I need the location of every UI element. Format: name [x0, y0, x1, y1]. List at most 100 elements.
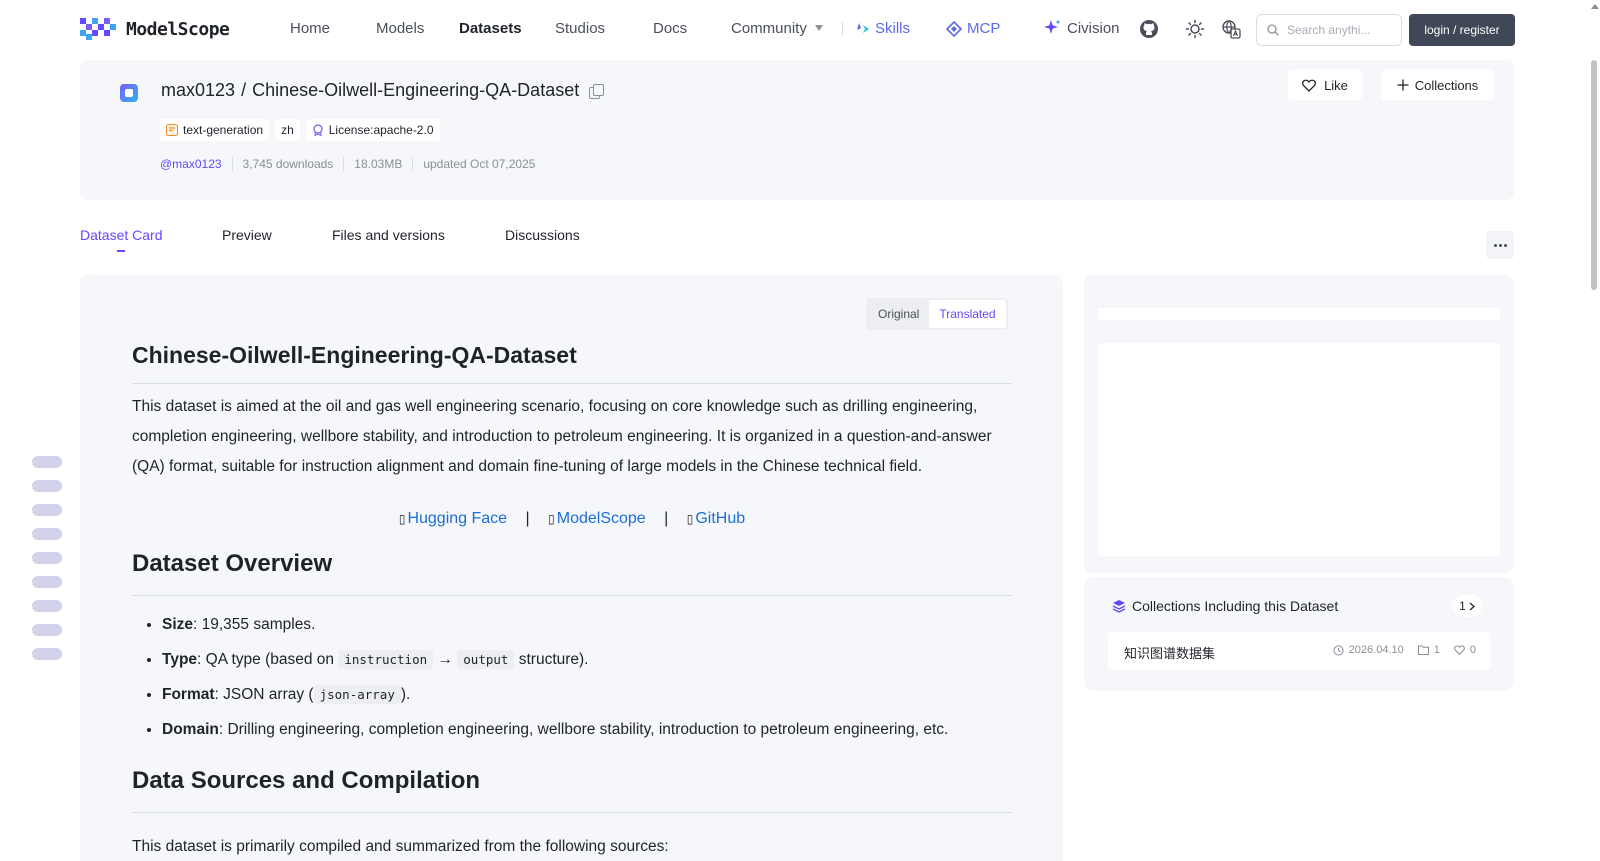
- sidebar-placeholder-block: [1098, 343, 1500, 556]
- toc-marker[interactable]: [32, 456, 62, 468]
- dataset-tags: text-generation zh License:apache-2.0: [160, 119, 440, 141]
- search-input[interactable]: [1287, 23, 1397, 37]
- intro-paragraph: This dataset is aimed at the oil and gas…: [132, 398, 992, 475]
- format-text: : JSON array (: [214, 686, 314, 703]
- active-tab-indicator: [117, 250, 125, 252]
- format-label: Format: [162, 686, 215, 703]
- modelscope-logo[interactable]: ModelScope: [80, 18, 230, 40]
- top-navbar: ModelScope Home Models Datasets Studios …: [0, 0, 1600, 58]
- civision-sparkle-icon: [1044, 20, 1060, 34]
- toc-marker[interactable]: [32, 504, 62, 516]
- title-divider: [132, 383, 1012, 384]
- nav-mcp[interactable]: MCP: [967, 20, 1000, 37]
- copy-icon[interactable]: [589, 83, 605, 99]
- chevron-right-icon: [1469, 602, 1475, 610]
- link-separator: |: [525, 510, 530, 527]
- nav-docs[interactable]: Docs: [653, 20, 687, 37]
- translation-toggle: Original Translated: [866, 298, 1008, 330]
- tab-discussions[interactable]: Discussions: [505, 227, 580, 243]
- tag-license[interactable]: License:apache-2.0: [305, 119, 440, 141]
- domain-label: Domain: [162, 721, 219, 738]
- toc-marker[interactable]: [32, 528, 62, 540]
- scroll-up-arrow-icon[interactable]: [1591, 4, 1599, 9]
- license-badge-icon: [313, 124, 323, 136]
- collection-date: 2026.04.10: [1333, 644, 1404, 656]
- search-icon: [1267, 24, 1279, 36]
- nav-studios[interactable]: Studios: [555, 20, 605, 37]
- text-generation-icon: [166, 124, 178, 136]
- toc-marker[interactable]: [32, 576, 62, 588]
- link-prefix-glyph: ▯: [548, 512, 555, 526]
- type-text-end: structure).: [514, 651, 589, 668]
- dataset-title: max0123 / Chinese-Oilwell-Engineering-QA…: [161, 80, 605, 101]
- add-to-collections-button[interactable]: Collections: [1381, 70, 1494, 100]
- toc-marker[interactable]: [32, 624, 62, 636]
- logo-text: ModelScope: [126, 18, 230, 40]
- nav-models[interactable]: Models: [376, 20, 424, 37]
- github-link[interactable]: GitHub: [695, 510, 745, 527]
- toggle-original-button[interactable]: Original: [868, 300, 929, 328]
- tag-zh[interactable]: zh: [275, 119, 300, 141]
- nav-civision[interactable]: Civision: [1067, 20, 1120, 37]
- search-box[interactable]: [1256, 14, 1402, 46]
- tab-files-and-versions[interactable]: Files and versions: [332, 227, 445, 243]
- theme-sun-icon[interactable]: [1185, 19, 1205, 39]
- nav-skills[interactable]: Skills: [875, 20, 910, 37]
- login-register-button[interactable]: login / register: [1409, 14, 1515, 46]
- collection-file-count: 1: [1417, 644, 1440, 656]
- dataset-icon: [120, 84, 138, 102]
- mcp-icon: [946, 21, 962, 37]
- more-dot-icon: [1503, 243, 1507, 247]
- collection-item[interactable]: 知识图谱数据集 2026.04.10 1 0: [1108, 632, 1490, 670]
- arrow-text: →: [433, 651, 458, 668]
- collections-panel: Collections Including this Dataset 1 知识图…: [1084, 577, 1514, 691]
- json-array-code: json-array: [313, 685, 401, 704]
- folder-icon: [1417, 645, 1429, 655]
- nav-datasets[interactable]: Datasets: [459, 20, 522, 37]
- tab-preview[interactable]: Preview: [222, 227, 272, 243]
- tag-text-generation[interactable]: text-generation: [160, 119, 270, 141]
- language-translate-icon[interactable]: [1221, 19, 1241, 39]
- heart-icon: [1302, 79, 1317, 92]
- updated-date: updated Oct 07,2025: [412, 157, 545, 171]
- collections-count: 1: [1459, 599, 1466, 613]
- collections-label: Collections: [1414, 77, 1479, 93]
- author-link[interactable]: @max0123: [160, 157, 232, 171]
- hugging-face-link[interactable]: Hugging Face: [407, 510, 507, 527]
- modelscope-link[interactable]: ModelScope: [557, 510, 646, 527]
- sources-paragraph: This dataset is primarily compiled and s…: [132, 838, 669, 855]
- link-prefix-glyph: ▯: [398, 512, 406, 526]
- overview-heading: Dataset Overview: [132, 550, 333, 577]
- nav-divider: [842, 22, 843, 36]
- more-options-button[interactable]: [1486, 231, 1514, 259]
- like-button[interactable]: Like: [1288, 70, 1362, 100]
- like-label: Like: [1324, 77, 1348, 93]
- list-item: Domain: Drilling engineering, completion…: [162, 717, 948, 752]
- nav-home[interactable]: Home: [290, 20, 330, 37]
- nav-community-dropdown[interactable]: Community: [731, 20, 823, 37]
- sidebar-preview-panel: [1084, 274, 1514, 574]
- collection-file-count-text: 1: [1433, 644, 1440, 656]
- toc-marker[interactable]: [32, 648, 62, 660]
- collections-count-button[interactable]: 1: [1452, 595, 1482, 617]
- scrollbar-thumb[interactable]: [1591, 60, 1597, 290]
- dataset-size: 18.03MB: [343, 157, 412, 171]
- readme-title: Chinese-Oilwell-Engineering-QA-Dataset: [132, 342, 577, 368]
- toc-marker[interactable]: [32, 552, 62, 564]
- type-text: : QA type (based on: [197, 651, 339, 668]
- overview-list: Size: 19,355 samples. Type: QA type (bas…: [162, 612, 948, 752]
- dataset-owner-link[interactable]: max0123: [161, 80, 235, 101]
- tab-dataset-card[interactable]: Dataset Card: [80, 227, 162, 243]
- size-label: Size: [162, 616, 194, 633]
- github-icon[interactable]: [1139, 19, 1159, 39]
- toc-marker[interactable]: [32, 480, 62, 492]
- list-item: Type: QA type (based on instruction → ou…: [162, 647, 948, 682]
- tag-label: text-generation: [183, 123, 264, 137]
- format-text-end: ).: [400, 686, 411, 703]
- toggle-translated-button[interactable]: Translated: [929, 300, 1006, 328]
- heart-icon: [1453, 645, 1465, 655]
- dataset-header-card: max0123 / Chinese-Oilwell-Engineering-QA…: [80, 60, 1514, 200]
- domain-text: : Drilling engineering, completion engin…: [218, 721, 949, 738]
- toc-marker[interactable]: [32, 600, 62, 612]
- dataset-name: Chinese-Oilwell-Engineering-QA-Dataset: [252, 80, 580, 100]
